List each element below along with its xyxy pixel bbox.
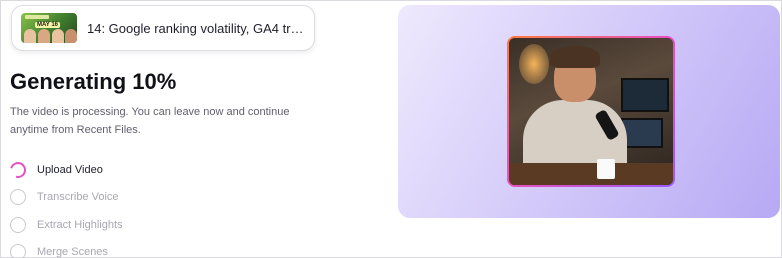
step-label: Extract Highlights xyxy=(37,218,123,231)
loading-spinner-icon xyxy=(7,158,29,181)
thumbnail-person xyxy=(65,29,77,43)
step-transcribe-voice: Transcribe Voice xyxy=(10,184,123,212)
thumbnail-banner xyxy=(25,15,49,19)
empty-circle-icon xyxy=(10,244,26,258)
preview-lamp xyxy=(519,44,549,84)
generation-progress-heading: Generating 10% xyxy=(10,69,177,94)
thumbnail-date: MAY 16 xyxy=(35,22,61,28)
video-title: 14: Google ranking volatility, GA4 track… xyxy=(87,20,307,36)
step-upload-video: Upload Video xyxy=(7,156,123,184)
video-thumbnail: MAY 16 xyxy=(21,13,77,43)
step-label: Merge Scenes xyxy=(37,246,108,258)
preview-person-hair xyxy=(550,46,600,68)
thumbnail-person xyxy=(52,29,64,43)
preview-desk xyxy=(509,163,673,185)
empty-circle-icon xyxy=(10,189,26,206)
thumbnail-person xyxy=(24,29,36,43)
preview-monitor xyxy=(621,78,669,112)
step-label: Upload Video xyxy=(37,163,103,176)
processing-steps-list: Upload Video Transcribe Voice Extract Hi… xyxy=(7,156,123,258)
video-file-card[interactable]: MAY 16 14: Google ranking volatility, GA… xyxy=(11,5,315,51)
processing-description: The video is processing. You can leave n… xyxy=(10,106,290,136)
thumbnail-person xyxy=(38,29,50,43)
step-merge-scenes: Merge Scenes xyxy=(10,239,123,258)
step-label: Transcribe Voice xyxy=(37,191,119,204)
step-extract-highlights: Extract Highlights xyxy=(10,211,123,239)
video-preview xyxy=(507,36,675,187)
mug-icon xyxy=(597,159,615,179)
preview-monitor xyxy=(621,118,663,148)
empty-circle-icon xyxy=(10,216,26,233)
